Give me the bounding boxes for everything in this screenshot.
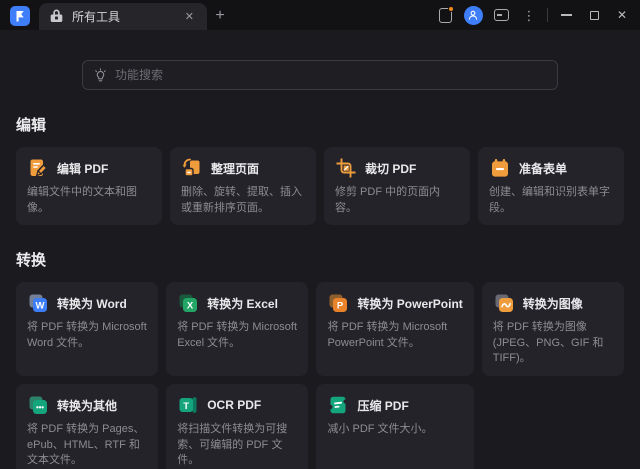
card-description: 删除、旋转、提取、插入或重新排序页面。 [181,185,305,216]
card-grid: 编辑 PDF 编辑文件中的文本和图像。 整理页面 删除、旋转、提取、插入或重新排… [16,147,624,225]
all-tools-page: 编辑 编辑 PDF 编辑文件中的文本和图像。 整理页面 删除、旋转、提取、插入或… [0,60,640,469]
card-head: 编辑 PDF [27,157,151,179]
feedback-dash [497,14,502,16]
card-description: 将 PDF 转换为 Microsoft PowerPoint 文件。 [327,320,462,351]
card-description: 创建、编辑和识别表单字段。 [489,185,613,216]
svg-text:X: X [187,301,194,312]
section-title: 编辑 [16,114,624,135]
close-button[interactable]: ✕ [608,0,636,30]
prepare-form-icon [489,157,511,179]
card-head: X 转换为 Excel [177,292,297,314]
card-head: 整理页面 [181,157,305,179]
maximize-button[interactable] [580,0,608,30]
card-title: 转换为 Excel [207,295,278,312]
card-head: T OCR PDF [177,394,297,416]
section-转换: 转换 W 转换为 Word 将 PDF 转换为 Microsoft Word 文… [16,249,624,469]
card-title: 编辑 PDF [57,160,108,177]
minimize-button[interactable] [552,0,580,30]
tab-all-tools[interactable]: 所有工具 ✕ [39,3,207,30]
card-head: P 转换为 PowerPoint [327,292,462,314]
pdfelement-flag-glyph [14,10,26,22]
svg-text:P: P [337,301,344,312]
card-head: 准备表单 [489,157,613,179]
titlebar-divider [547,8,548,22]
card-title: 转换为其他 [57,397,117,414]
tab-close-icon[interactable]: ✕ [182,9,197,24]
tool-card-convert-powerpoint[interactable]: P 转换为 PowerPoint 将 PDF 转换为 Microsoft Pow… [316,282,473,376]
card-description: 将 PDF 转换为 Microsoft Word 文件。 [27,320,147,351]
maximize-icon [590,11,599,20]
whats-new-icon [439,8,452,23]
tool-card-convert-other[interactable]: 转换为其他 将 PDF 转换为 Pages、ePub、HTML、RTF 和文本文… [16,384,158,469]
convert-image-icon [493,292,515,314]
card-description: 修剪 PDF 中的页面内容。 [335,185,459,216]
card-description: 编辑文件中的文本和图像。 [27,185,151,216]
search-input[interactable] [115,68,547,82]
section-编辑: 编辑 编辑 PDF 编辑文件中的文本和图像。 整理页面 删除、旋转、提取、插入或… [16,114,624,225]
card-description: 将 PDF 转换为 Microsoft Excel 文件。 [177,320,297,351]
kebab-menu-icon: ⋮ [523,9,536,22]
card-title: 压缩 PDF [357,397,408,414]
crop-pdf-icon [335,157,357,179]
avatar [464,6,483,25]
card-description: 减小 PDF 文件大小。 [327,422,462,438]
lightbulb-search-icon [93,68,108,83]
card-head: 转换为图像 [493,292,613,314]
notification-dot [448,6,454,12]
svg-text:W: W [36,301,45,312]
person-icon [467,9,479,21]
ocr-pdf-icon: T [177,394,199,416]
convert-powerpoint-icon: P [327,292,349,314]
app-logo-icon[interactable] [10,6,30,26]
tool-card-convert-word[interactable]: W 转换为 Word 将 PDF 转换为 Microsoft Word 文件。 [16,282,158,376]
tool-card-convert-excel[interactable]: X 转换为 Excel 将 PDF 转换为 Microsoft Excel 文件… [166,282,308,376]
card-title: 转换为图像 [523,295,583,312]
card-head: 压缩 PDF [327,394,462,416]
title-bar: 所有工具 ✕ + ⋮ ✕ [0,0,640,30]
card-description: 将扫描文件转换为可搜索、可编辑的 PDF 文件。 [177,422,297,469]
tool-card-crop-pdf[interactable]: 裁切 PDF 修剪 PDF 中的页面内容。 [324,147,470,225]
tool-card-ocr-pdf[interactable]: T OCR PDF 将扫描文件转换为可搜索、可编辑的 PDF 文件。 [166,384,308,469]
card-head: W 转换为 Word [27,292,147,314]
compress-pdf-icon [327,394,349,416]
card-grid: W 转换为 Word 将 PDF 转换为 Microsoft Word 文件。 … [16,282,624,469]
card-head: 裁切 PDF [335,157,459,179]
card-title: 准备表单 [519,160,567,177]
edit-pdf-icon [27,157,49,179]
card-title: OCR PDF [207,398,261,412]
tools-sections: 编辑 编辑 PDF 编辑文件中的文本和图像。 整理页面 删除、旋转、提取、插入或… [16,114,624,469]
card-title: 裁切 PDF [365,160,416,177]
feature-search[interactable] [82,60,558,90]
tool-card-compress-pdf[interactable]: 压缩 PDF 减小 PDF 文件大小。 [316,384,473,469]
svg-text:T: T [184,401,190,412]
card-title: 转换为 Word [57,295,127,312]
tool-card-convert-image[interactable]: 转换为图像 将 PDF 转换为图像 (JPEG、PNG、GIF 和 TIFF)。 [482,282,624,376]
convert-word-icon: W [27,292,49,314]
tool-card-prepare-form[interactable]: 准备表单 创建、编辑和识别表单字段。 [478,147,624,225]
card-title: 整理页面 [211,160,259,177]
tab-label: 所有工具 [72,8,174,25]
account-button[interactable] [459,0,487,30]
feedback-icon [494,9,509,21]
organize-pages-icon [181,157,203,179]
new-tab-button[interactable]: + [207,3,233,29]
close-icon: ✕ [617,8,627,22]
tool-card-organize-pages[interactable]: 整理页面 删除、旋转、提取、插入或重新排序页面。 [170,147,316,225]
menu-button[interactable]: ⋮ [515,0,543,30]
card-head: 转换为其他 [27,394,147,416]
convert-other-icon [27,394,49,416]
card-title: 转换为 PowerPoint [357,295,462,312]
section-title: 转换 [16,249,624,270]
toolbox-icon [49,9,64,24]
minimize-icon [561,14,572,16]
card-description: 将 PDF 转换为 Pages、ePub、HTML、RTF 和文本文件。 [27,422,147,469]
tool-card-edit-pdf[interactable]: 编辑 PDF 编辑文件中的文本和图像。 [16,147,162,225]
titlebar-actions: ⋮ ✕ [431,0,640,30]
convert-excel-icon: X [177,292,199,314]
feedback-button[interactable] [487,0,515,30]
whats-new-button[interactable] [431,0,459,30]
card-description: 将 PDF 转换为图像 (JPEG、PNG、GIF 和 TIFF)。 [493,320,613,367]
